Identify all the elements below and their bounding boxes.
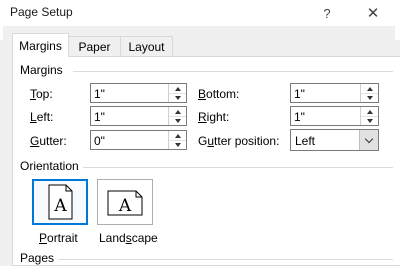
up-arrow-icon: [174, 109, 181, 114]
chevron-down-icon: [364, 134, 374, 143]
gutter-label: Gutter:: [30, 134, 67, 148]
close-button[interactable]: ✕: [358, 0, 388, 26]
close-icon: ✕: [366, 5, 380, 22]
tab-margins[interactable]: Margins: [12, 33, 69, 57]
margins-heading: Margins: [20, 63, 63, 77]
svg-text:A: A: [53, 196, 67, 216]
down-arrow-icon: [174, 118, 181, 123]
svg-text:A: A: [118, 196, 132, 216]
landscape-page-icon: A: [107, 190, 143, 216]
orientation-divider: [83, 167, 393, 168]
bottom-label: Bottom:: [198, 87, 240, 101]
gutter-position-label: Gutter position:: [198, 134, 280, 148]
gutter-decrease-button[interactable]: [169, 140, 186, 149]
title-bar: Page Setup ? ✕: [0, 0, 400, 26]
top-decrease-button[interactable]: [169, 93, 186, 102]
tab-paper[interactable]: Paper: [68, 36, 121, 56]
help-button[interactable]: ?: [312, 0, 342, 26]
portrait-button[interactable]: A: [32, 179, 88, 225]
tab-layout[interactable]: Layout: [120, 36, 173, 56]
gutter-spinner[interactable]: 0": [90, 130, 187, 150]
margins-panel: Margins Top: 1" Bottom: 1" Left: 1" Righ…: [12, 56, 400, 266]
pages-divider: [58, 259, 393, 260]
orientation-heading: Orientation: [20, 159, 79, 173]
right-label: Right:: [198, 110, 230, 124]
gutter-position-select[interactable]: Left: [290, 129, 379, 151]
tab-layout-label: Layout: [128, 39, 165, 54]
bottom-margin-spinner[interactable]: 1": [290, 83, 379, 103]
landscape-label: Landscape: [99, 231, 158, 245]
tab-paper-label: Paper: [78, 39, 111, 54]
background-window-edge: [0, 26, 3, 40]
top-label: Top:: [30, 87, 53, 101]
down-arrow-icon: [366, 118, 373, 123]
gutter-position-dropdown-button[interactable]: [359, 130, 378, 150]
portrait-page-icon: A: [48, 184, 73, 220]
up-arrow-icon: [366, 86, 373, 91]
pages-heading: Pages: [20, 251, 55, 265]
portrait-label: Portrait: [39, 231, 78, 245]
bottom-decrease-button[interactable]: [361, 93, 378, 102]
gutter-position-value: Left: [295, 134, 316, 148]
left-margin-spinner[interactable]: 1": [90, 106, 187, 126]
margins-divider: [73, 71, 393, 72]
up-arrow-icon: [366, 109, 373, 114]
up-arrow-icon: [174, 86, 181, 91]
left-label: Left:: [30, 110, 54, 124]
up-arrow-icon: [174, 133, 181, 138]
background-window-edge-right: [395, 26, 400, 40]
right-margin-value[interactable]: 1": [294, 110, 305, 124]
help-icon: ?: [323, 5, 331, 21]
bottom-margin-value[interactable]: 1": [294, 87, 305, 101]
tab-margins-label: Margins: [19, 38, 62, 53]
down-arrow-icon: [174, 95, 181, 100]
right-margin-spinner[interactable]: 1": [290, 106, 379, 126]
gutter-value[interactable]: 0": [94, 134, 105, 148]
left-margin-value[interactable]: 1": [94, 110, 105, 124]
dialog-title: Page Setup: [10, 5, 73, 19]
down-arrow-icon: [174, 142, 181, 147]
landscape-button[interactable]: A: [97, 179, 153, 225]
top-margin-spinner[interactable]: 1": [90, 83, 187, 103]
right-decrease-button[interactable]: [361, 116, 378, 125]
left-decrease-button[interactable]: [169, 116, 186, 125]
top-margin-value[interactable]: 1": [94, 87, 105, 101]
down-arrow-icon: [366, 95, 373, 100]
